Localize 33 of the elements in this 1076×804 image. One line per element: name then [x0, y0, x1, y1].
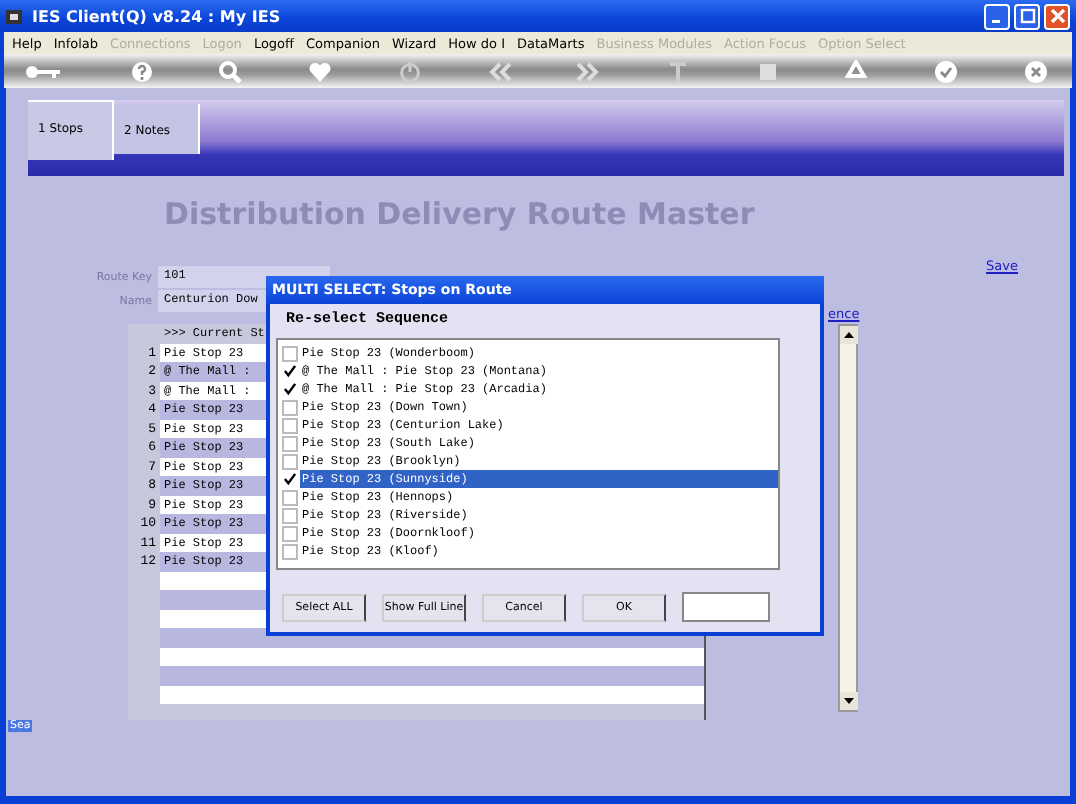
- checkbox[interactable]: [282, 543, 298, 559]
- close-icon[interactable]: [1023, 59, 1048, 83]
- checkbox[interactable]: [282, 417, 298, 433]
- help-icon[interactable]: [129, 59, 154, 83]
- checkbox[interactable]: [282, 381, 298, 397]
- forward-icon[interactable]: [576, 59, 601, 83]
- checkbox[interactable]: [282, 363, 298, 379]
- check-icon[interactable]: [934, 59, 959, 83]
- close-icon: [1049, 8, 1065, 24]
- close-button[interactable]: [1044, 3, 1070, 29]
- checkbox[interactable]: [282, 453, 298, 469]
- window-title: IES Client(Q) v8.24 : My IES: [32, 7, 281, 25]
- checkbox[interactable]: [282, 525, 298, 541]
- stop-icon[interactable]: [755, 59, 780, 83]
- checkbox[interactable]: [282, 471, 298, 487]
- search-icon[interactable]: [218, 59, 243, 83]
- app-icon: [6, 7, 24, 25]
- rewind-icon[interactable]: [487, 59, 512, 83]
- power-icon[interactable]: [397, 59, 422, 83]
- maximize-button[interactable]: [1014, 3, 1040, 29]
- checkbox[interactable]: [282, 507, 298, 523]
- scrollbar[interactable]: [838, 324, 858, 712]
- minimize-button[interactable]: [984, 3, 1010, 29]
- input-field[interactable]: [682, 592, 770, 622]
- checkbox[interactable]: [282, 345, 298, 361]
- checkbox[interactable]: [282, 489, 298, 505]
- checkbox[interactable]: [282, 399, 298, 415]
- heart-icon[interactable]: [308, 59, 333, 83]
- checkbox[interactable]: [282, 435, 298, 451]
- scroll-down-icon[interactable]: [840, 692, 858, 710]
- maximize-icon: [1019, 8, 1035, 24]
- scroll-up-icon[interactable]: [840, 326, 858, 344]
- text-icon[interactable]: [666, 59, 691, 83]
